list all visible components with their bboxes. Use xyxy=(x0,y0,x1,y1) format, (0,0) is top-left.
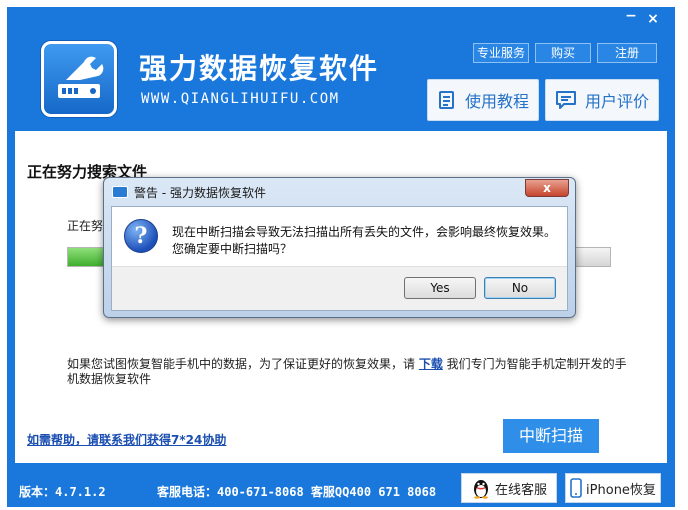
comment-icon xyxy=(555,91,576,109)
scan-progress-fill xyxy=(68,248,106,266)
online-service-button[interactable]: 在线客服 xyxy=(461,473,557,503)
tutorial-button[interactable]: 使用教程 xyxy=(427,79,539,121)
scan-status-label: 正在努 xyxy=(67,219,104,233)
qq-penguin-icon xyxy=(473,480,488,499)
smartphone-info-text: 如果您试图恢复智能手机中的数据，为了保证更好的恢复效果，请 下载 我们专门为智能… xyxy=(67,357,627,387)
dialog-close-button[interactable]: x xyxy=(525,179,569,197)
minimize-button[interactable]: − xyxy=(623,9,639,23)
close-button[interactable]: × xyxy=(645,12,661,26)
buy-link[interactable]: 购买 xyxy=(535,43,591,63)
stop-scan-button[interactable]: 中断扫描 xyxy=(503,419,599,453)
app-title: 强力数据恢复软件 xyxy=(139,52,380,85)
yes-button[interactable]: Yes xyxy=(404,277,476,299)
info-text-before: 如果您试图恢复智能手机中的数据，为了保证更好的恢复效果，请 xyxy=(67,357,419,371)
iphone-recovery-label: iPhone恢复 xyxy=(586,482,656,498)
dialog-body: ? 现在中断扫描会导致无法扫描出所有丢失的文件，会影响最终恢复效果。 您确定要中… xyxy=(111,206,568,311)
dialog-message-line1: 现在中断扫描会导致无法扫描出所有丢失的文件，会影响最终恢复效果。 xyxy=(172,225,557,239)
register-link[interactable]: 注册 xyxy=(597,43,657,63)
question-icon: ? xyxy=(124,219,158,253)
app-logo xyxy=(41,41,117,117)
user-review-button[interactable]: 用户评价 xyxy=(545,79,659,121)
dialog-message-line2: 您确定要中断扫描吗？ xyxy=(172,242,293,256)
dialog-app-icon xyxy=(112,186,128,198)
phone-icon xyxy=(570,478,582,498)
user-review-button-label: 用户评价 xyxy=(584,92,649,111)
yes-button-label: Yes xyxy=(430,281,450,295)
dialog-button-bar: Yes No xyxy=(112,266,567,310)
document-icon xyxy=(438,91,454,109)
iphone-recovery-button[interactable]: iPhone恢复 xyxy=(565,473,661,503)
tutorial-button-label: 使用教程 xyxy=(464,92,529,111)
hard-drive-wrench-icon xyxy=(58,56,104,98)
dialog-title: 警告 - 强力数据恢复软件 xyxy=(134,186,266,200)
no-button[interactable]: No xyxy=(484,277,556,299)
warning-dialog: 警告 - 强力数据恢复软件 x ? 现在中断扫描会导致无法扫描出所有丢失的文件，… xyxy=(103,177,576,318)
online-service-label: 在线客服 xyxy=(494,482,547,498)
help-link[interactable]: 如需帮助，请联系我们获得7*24协助 xyxy=(27,431,226,448)
app-website: WWW.QIANGLIHUIFU.COM xyxy=(141,91,340,107)
professional-service-link[interactable]: 专业服务 xyxy=(473,43,529,63)
version-label: 版本：4.7.1.2 xyxy=(19,485,106,499)
contact-info: 客服电话：400-671-8068 客服QQ400 671 8068 xyxy=(157,485,437,499)
no-button-label: No xyxy=(511,281,529,295)
download-link[interactable]: 下载 xyxy=(419,357,443,371)
